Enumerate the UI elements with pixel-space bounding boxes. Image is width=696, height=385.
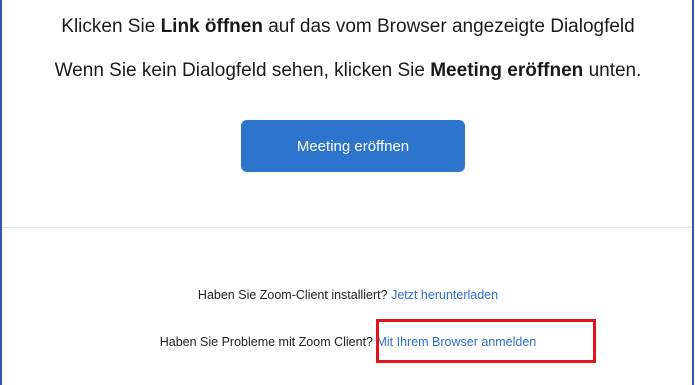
- instruction-text: Wenn Sie kein Dialogfeld sehen, klicken …: [54, 60, 431, 81]
- problems-question: Haben Sie Probleme mit Zoom Client?: [159, 335, 377, 349]
- join-meeting-button[interactable]: Meeting eröffnen: [241, 120, 465, 172]
- instruction-text: auf das vom Browser angezeigte Dialogfel…: [262, 16, 635, 37]
- installed-question: Haben Sie Zoom-Client installiert?: [197, 288, 392, 302]
- download-row: Haben Sie Zoom-Client installiert? Jetzt…: [0, 288, 696, 302]
- instruction-line-2: Wenn Sie kein Dialogfeld sehen, klicken …: [0, 60, 696, 82]
- instruction-text: unten.: [583, 60, 642, 81]
- download-link[interactable]: Jetzt herunterladen: [391, 288, 498, 302]
- instruction-bold-join-meeting: Meeting eröffnen: [430, 60, 584, 81]
- highlight-annotation-box: [376, 319, 596, 363]
- divider: [2, 227, 692, 228]
- instruction-text: Klicken Sie: [61, 16, 161, 37]
- instruction-bold-link-open: Link öffnen: [160, 16, 263, 37]
- instruction-line-1: Klicken Sie Link öffnen auf das vom Brow…: [0, 16, 696, 38]
